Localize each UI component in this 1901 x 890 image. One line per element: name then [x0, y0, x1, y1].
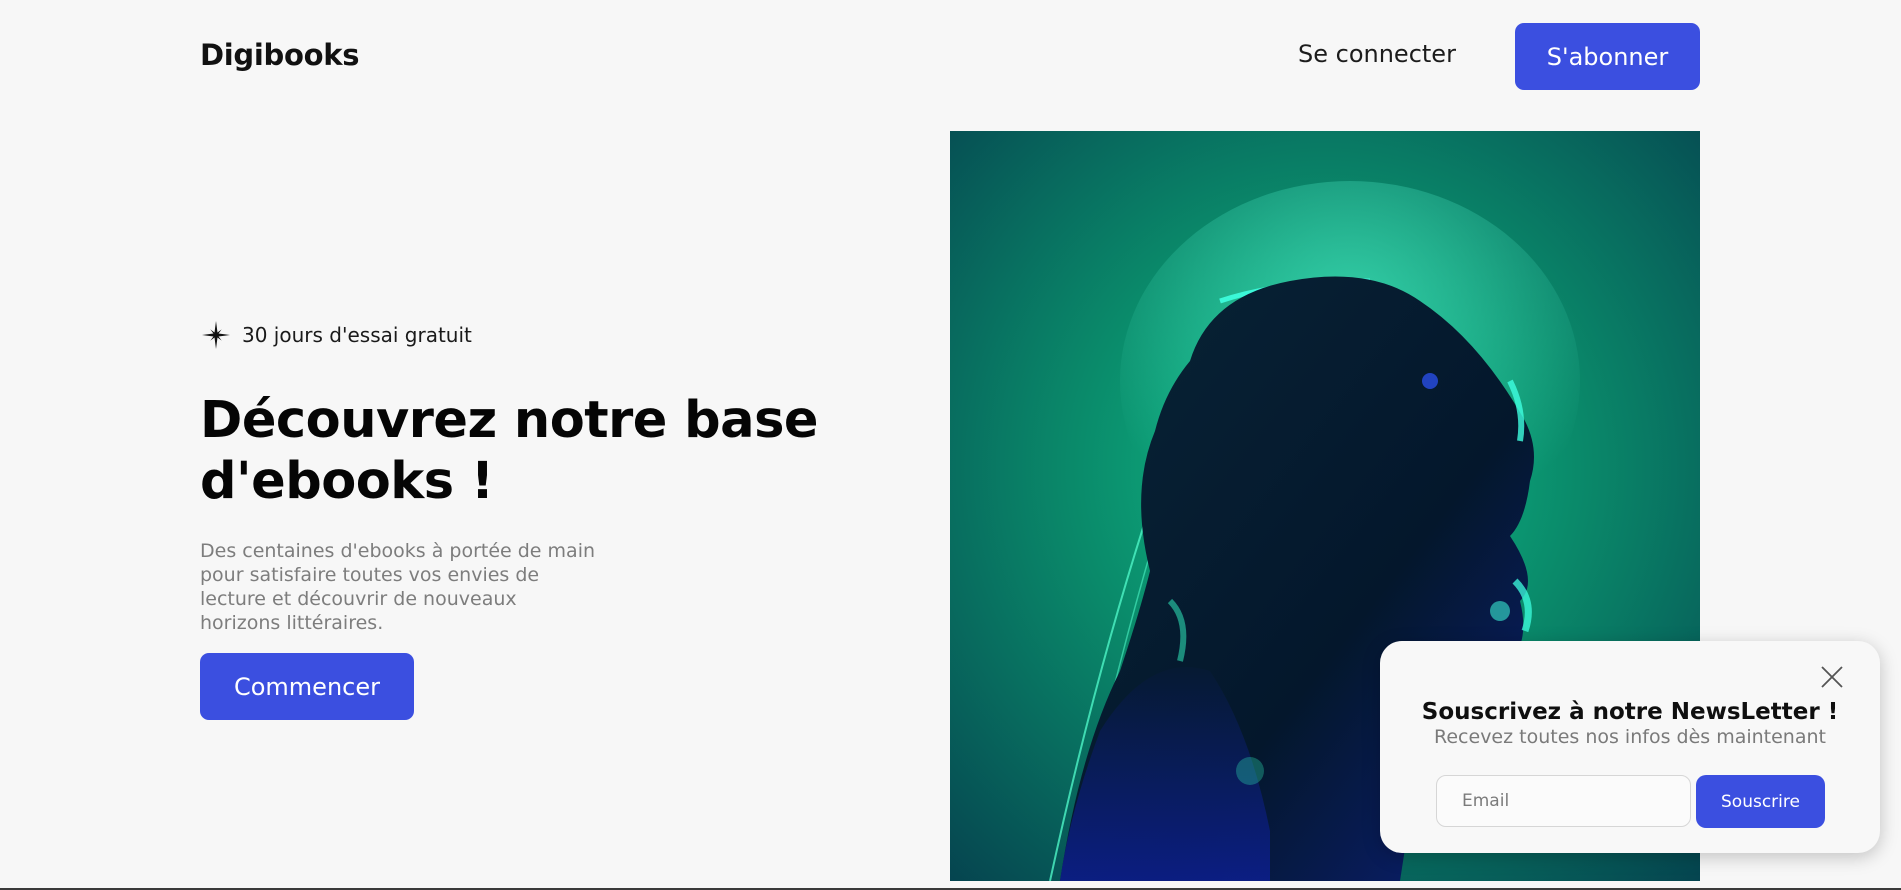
trial-badge: 30 jours d'essai gratuit [200, 319, 472, 351]
newsletter-subtitle: Recevez toutes nos infos dès maintenant [1434, 726, 1826, 748]
start-button[interactable]: Commencer [200, 653, 414, 720]
site-header: Digibooks Se connecter S'abonner [0, 0, 1901, 113]
login-link[interactable]: Se connecter [1298, 40, 1456, 68]
email-field[interactable] [1436, 775, 1691, 827]
close-icon[interactable] [1819, 664, 1845, 690]
newsletter-submit-button[interactable]: Souscrire [1696, 775, 1825, 828]
subscribe-button[interactable]: S'abonner [1515, 23, 1700, 90]
brand-logo[interactable]: Digibooks [200, 38, 359, 72]
newsletter-title: Souscrivez à notre NewsLetter ! [1421, 699, 1839, 725]
trial-text: 30 jours d'essai gratuit [242, 323, 472, 347]
hero-description: Des centaines d'ebooks à portée de main … [200, 540, 596, 634]
sparkle-icon [202, 321, 230, 349]
hero-title: Découvrez notre base d'ebooks ! [200, 391, 819, 511]
